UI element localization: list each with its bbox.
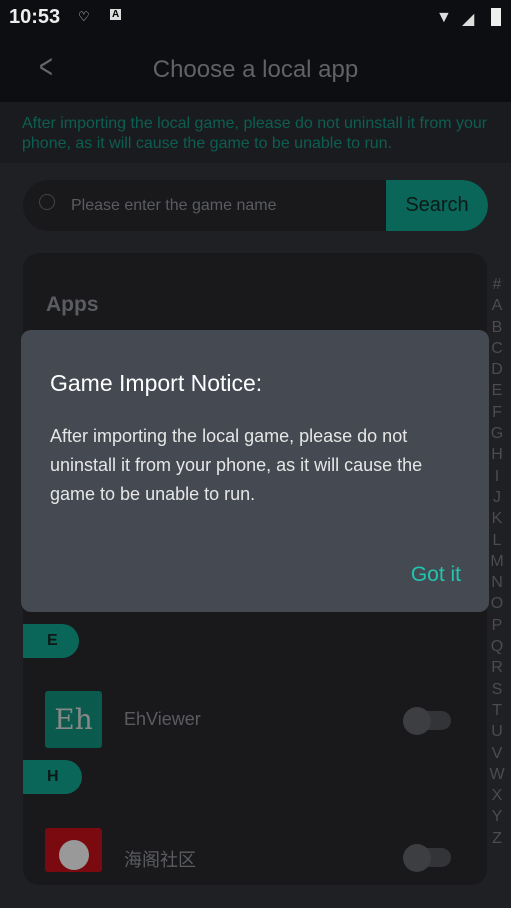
status-time: 10:53 [9,6,61,28]
index-letter[interactable]: S [487,679,507,700]
index-letter[interactable]: E [487,380,507,401]
signal-icon: ◢ [462,11,475,28]
index-letter[interactable]: C [487,338,507,359]
import-notice-dialog: Game Import Notice: After importing the … [21,330,489,612]
notification-icon: ♡ [78,9,90,24]
index-letter[interactable]: T [487,700,507,721]
group-header-e: E [23,624,79,658]
index-letter[interactable]: U [487,721,507,742]
list-item[interactable]: Eh EhViewer [45,691,465,749]
search-input[interactable] [71,180,401,231]
a-icon: A [110,9,122,20]
alphabet-index[interactable]: # A B C D E F G H I J K L M N O P Q R S T U V W X Y Z [487,274,507,849]
index-letter[interactable]: Y [487,806,507,827]
app-toggle[interactable] [403,707,451,735]
list-item[interactable]: 海阁社区 [45,828,465,886]
app-name: 海阁社区 [124,850,196,870]
status-bar: 10:53 ♡ A ▼ ◢ [0,0,511,36]
wifi-icon: ▼ [436,9,452,26]
index-letter[interactable]: D [487,359,507,380]
app-icon: Eh [45,691,102,748]
app-header: < Choose a local app [0,36,511,102]
index-letter[interactable]: N [487,572,507,593]
index-letter[interactable]: B [487,317,507,338]
index-letter[interactable]: W [487,764,507,785]
page-title: Choose a local app [152,56,359,83]
app-icon [45,828,102,872]
index-letter[interactable]: J [487,487,507,508]
index-letter[interactable]: P [487,615,507,636]
index-letter[interactable]: K [487,508,507,529]
index-letter[interactable]: G [487,423,507,444]
group-header-h: H [23,760,82,794]
index-letter[interactable]: O [487,593,507,614]
app-toggle[interactable] [403,844,451,872]
section-title: Apps [46,293,99,316]
index-letter[interactable]: X [487,785,507,806]
notice-banner: After importing the local game, please d… [0,102,511,163]
index-letter[interactable]: V [487,743,507,764]
search-icon [39,194,55,210]
index-letter[interactable]: F [487,402,507,423]
index-letter[interactable]: A [487,295,507,316]
index-letter[interactable]: L [487,530,507,551]
index-letter[interactable]: H [487,444,507,465]
index-letter[interactable]: M [487,551,507,572]
dialog-body: After importing the local game, please d… [50,426,423,504]
index-letter[interactable]: I [487,466,507,487]
dialog-title: Game Import Notice: [50,370,263,396]
search-button[interactable]: Search [386,180,488,231]
index-letter[interactable]: # [487,274,507,295]
index-letter[interactable]: R [487,657,507,678]
got-it-button[interactable]: Got it [411,563,461,587]
search-bar: Search [23,180,488,231]
index-letter[interactable]: Z [487,828,507,849]
battery-charging-icon [491,8,501,26]
app-name: EhViewer [124,709,201,729]
index-letter[interactable]: Q [487,636,507,657]
